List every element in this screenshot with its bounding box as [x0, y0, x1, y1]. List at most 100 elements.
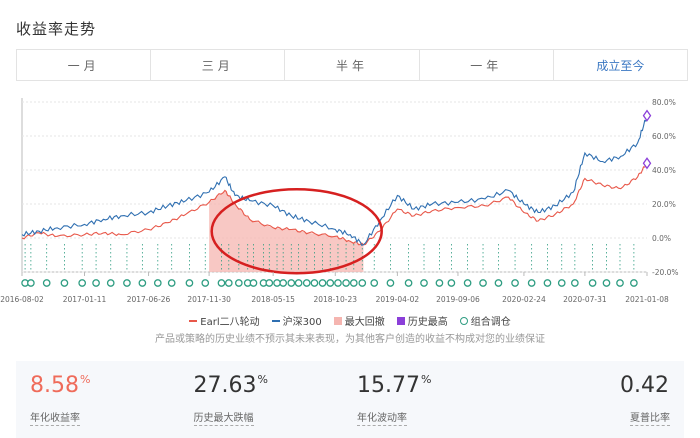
- rebalance-marker: [106, 279, 115, 287]
- tab-three-months[interactable]: 三月: [151, 50, 286, 80]
- stat-sharpe-ratio: 0.42 夏普比率: [507, 361, 685, 438]
- performance-disclaimer: 产品或策略的历史业绩不预示其未来表现，为其他客户创造的收益不构成对您的业绩保证: [155, 334, 545, 345]
- y-tick-label: 40.0%: [652, 166, 676, 175]
- rebalance-marker: [370, 279, 379, 287]
- rebalance-marker: [287, 279, 296, 287]
- rebalance-marker: [571, 279, 579, 287]
- rebalance-marker: [318, 279, 327, 287]
- tab-one-year[interactable]: 一年: [420, 50, 554, 80]
- rebalance-marker: [334, 279, 342, 287]
- rebalance-marker: [27, 279, 35, 287]
- rebalance-marker: [60, 279, 69, 287]
- stat-value: 8.58%: [30, 373, 91, 398]
- rebalance-marker: [185, 279, 194, 287]
- legend-item-strategy[interactable]: Earl二八轮动: [189, 313, 260, 328]
- rebalance-marker: [557, 279, 566, 287]
- tab-since-inception[interactable]: 成立至今: [554, 50, 687, 80]
- x-tick-label: 2018-05-15: [251, 295, 295, 304]
- stat-label[interactable]: 年化波动率: [357, 409, 407, 426]
- rebalance-marker: [447, 279, 456, 287]
- benchmark-series-line: [21, 115, 648, 246]
- rebalance-marker: [420, 279, 428, 287]
- stat-value: 27.63%: [193, 373, 268, 398]
- history-high-marker: [642, 109, 652, 122]
- legend-box-swatch: [396, 316, 405, 325]
- rebalance-marker: [224, 279, 233, 287]
- legend-label: 最大回撤: [344, 317, 385, 328]
- rebalance-marker: [342, 279, 350, 287]
- time-range-tabs: 一月 三月 半年 一年 成立至今: [16, 49, 688, 81]
- legend-item-benchmark[interactable]: 沪深300: [271, 313, 322, 328]
- stat-label[interactable]: 历史最大跌幅: [193, 409, 254, 426]
- stat-label[interactable]: 年化收益率: [30, 409, 80, 426]
- x-tick-label: 2020-07-31: [563, 295, 607, 304]
- rebalance-marker: [153, 279, 162, 287]
- x-tick-label: 2017-06-26: [127, 295, 171, 304]
- rebalance-marker: [302, 279, 311, 287]
- rebalance-marker: [463, 279, 472, 287]
- stat-max-drawdown: 27.63% 历史最大跌幅: [180, 361, 344, 438]
- rebalance-marker: [602, 279, 611, 287]
- section-title: 收益率走势: [16, 20, 97, 38]
- legend-item-rebalance[interactable]: 组合调仓: [459, 313, 511, 328]
- return-trend-chart[interactable]: 80.0% 60.0% 40.0% 20.0% 0.0% -20.0% 2016-08-02…: [0, 92, 700, 314]
- rebalance-marker: [527, 279, 536, 287]
- legend-label: 沪深300: [282, 317, 322, 328]
- x-tick-label: 2019-04-02: [376, 295, 420, 304]
- x-tick-label: 2017-01-11: [63, 295, 107, 304]
- rebalance-marker: [42, 279, 51, 287]
- stats-panel: 8.58% 年化收益率 27.63% 历史最大跌幅 15.77% 年化波动率 0…: [16, 361, 684, 438]
- legend-box-swatch: [333, 316, 342, 325]
- rebalance-marker: [404, 279, 413, 287]
- rebalance-marker: [138, 279, 147, 287]
- legend-line-swatch: [271, 319, 280, 322]
- rebalance-marker: [234, 279, 243, 287]
- stat-value: 0.42: [620, 373, 669, 398]
- legend-label: 组合调仓: [470, 317, 511, 328]
- x-tick-label: 2021-01-08: [625, 295, 669, 304]
- rebalance-marker: [78, 279, 87, 287]
- rebalance-marker: [279, 279, 288, 287]
- tab-one-month[interactable]: 一月: [17, 50, 152, 80]
- rebalance-marker: [630, 279, 638, 287]
- chart-legend: Earl二八轮动 沪深300 最大回撤 历史最高 组合调仓: [0, 313, 700, 328]
- x-tick-label: 2019-09-06: [436, 295, 480, 304]
- stat-label[interactable]: 夏普比率: [630, 409, 670, 426]
- rebalance-marker: [435, 279, 444, 287]
- rebalance-marker: [588, 279, 597, 287]
- rebalance-marker: [386, 279, 395, 287]
- x-tick-label: 2020-02-24: [502, 295, 546, 304]
- rebalance-marker: [294, 279, 303, 287]
- rebalance-marker: [543, 279, 552, 287]
- rebalance-marker: [123, 279, 131, 287]
- y-tick-label: -20.0%: [652, 268, 679, 277]
- rebalance-marker: [511, 279, 519, 287]
- rebalance-marker: [326, 279, 335, 287]
- y-tick-label: 0.0%: [652, 234, 671, 243]
- stat-annual-volatility: 15.77% 年化波动率: [343, 361, 507, 438]
- x-tick-label: 2017-11-30: [187, 295, 231, 304]
- rebalance-marker: [265, 279, 274, 287]
- rebalance-marker: [358, 279, 367, 287]
- x-tick-label: 2018-10-23: [313, 295, 357, 304]
- rebalance-marker: [92, 279, 100, 287]
- stat-value: 15.77%: [357, 373, 432, 398]
- legend-circle-swatch: [459, 316, 468, 325]
- rebalance-marker: [310, 279, 319, 287]
- y-tick-label: 60.0%: [652, 132, 676, 141]
- rebalance-marker: [616, 279, 624, 287]
- stat-annual-return: 8.58% 年化收益率: [16, 361, 180, 438]
- legend-item-max-drawdown[interactable]: 最大回撤: [333, 313, 385, 328]
- y-tick-label: 20.0%: [652, 200, 676, 209]
- rebalance-marker: [349, 279, 358, 287]
- legend-label: Earl二八轮动: [200, 317, 260, 328]
- rebalance-marker: [249, 279, 258, 287]
- rebalance-marker: [201, 279, 210, 287]
- tab-half-year[interactable]: 半年: [285, 50, 420, 80]
- legend-label: 历史最高: [407, 317, 448, 328]
- rebalance-marker: [494, 279, 503, 287]
- rebalance-marker: [273, 279, 281, 287]
- rebalance-marker: [167, 279, 176, 287]
- y-tick-label: 80.0%: [652, 98, 676, 107]
- legend-item-history-high[interactable]: 历史最高: [396, 313, 448, 328]
